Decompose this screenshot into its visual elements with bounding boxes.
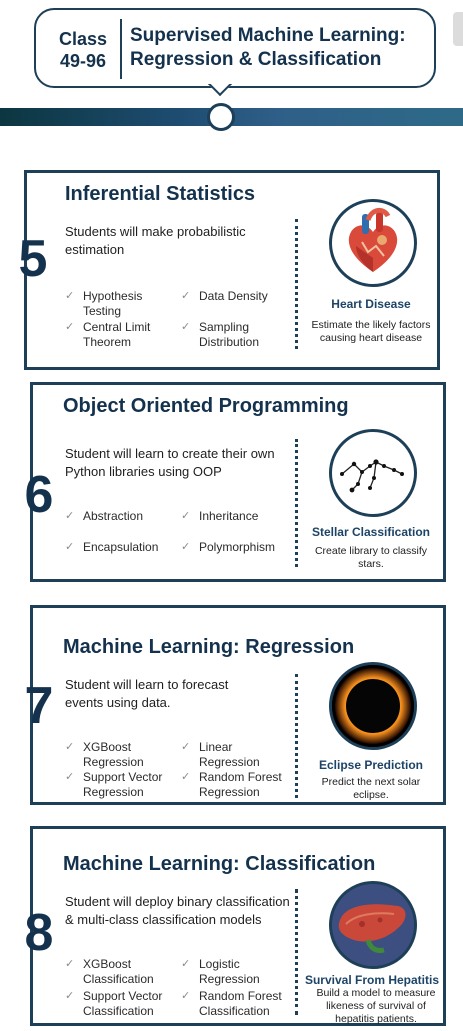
project-description: Build a model to measure likeness of sur… [316,987,436,1025]
topic-item: ✓ Central Limit Theorem [65,320,151,349]
project-name: Heart Disease [331,297,411,311]
module-title: Machine Learning: Regression [63,636,355,658]
check-icon: ✓ [65,990,75,1002]
class-label: Class 49-96 [58,29,108,71]
project-name: Eclipse Prediction [318,758,424,772]
module-card-6: 6 Object Oriented Programming Student wi… [25,382,446,582]
check-icon: ✓ [181,510,191,522]
check-icon: ✓ [181,958,191,970]
check-icon: ✓ [65,741,75,753]
check-icon: ✓ [65,510,75,522]
topic-item: ✓ Sampling Distribution [181,320,260,349]
project-image [329,662,417,750]
header-divider [120,19,122,79]
card-divider [295,439,298,567]
check-icon: ✓ [65,958,75,970]
module-title: Machine Learning: Classification [63,853,376,875]
module-card-8: 8 Machine Learning: Classification Stude… [25,826,446,1026]
topic-item: ✓ Inheritance [181,509,259,523]
check-icon: ✓ [181,990,191,1002]
topic-item: ✓ Logistic Regression [181,957,260,986]
module-number: 7 [24,677,54,735]
topic-item: ✓ Random Forest Classification [181,989,282,1018]
timeline-dot [207,103,235,131]
bubble-tail [208,84,232,98]
project-image [329,881,417,969]
topic-item: ✓ Polymorphism [181,540,276,554]
project-name: Stellar Classification [311,525,431,539]
topic-item: ✓ Support Vector Regression [65,770,163,799]
card-divider [295,219,298,349]
module-number: 6 [24,466,54,524]
module-card-7: 7 Machine Learning: Regression Student w… [25,605,446,805]
check-icon: ✓ [181,541,191,553]
topic-item: ✓ Data Density [181,289,268,303]
check-icon: ✓ [181,771,191,783]
header-title: Supervised Machine Learning: Regression … [130,25,406,70]
project-image [329,199,417,287]
topic-item: ✓ XGBoost Regression [65,740,144,769]
edge-tab [453,12,463,46]
project-description: Predict the next solar eclipse. [321,776,421,801]
topic-item: ✓ Hypothesis Testing [65,289,143,318]
topic-item: ✓ Abstraction [65,509,144,523]
project-description: Create library to classify stars. [314,545,428,570]
check-icon: ✓ [65,290,75,302]
project-name: Survival From Hepatitis [304,973,440,987]
check-icon: ✓ [65,771,75,783]
module-description: Students will make probabilistic estimat… [65,224,246,257]
topic-item: ✓ Support Vector Classification [65,989,163,1018]
topic-item: ✓ XGBoost Classification [65,957,154,986]
card-divider [295,674,298,798]
module-number: 5 [18,230,48,288]
eclipse-icon [332,665,414,747]
module-title: Inferential Statistics [65,183,256,205]
module-number: 8 [24,904,54,962]
topic-item: ✓ Encapsulation [65,540,159,554]
topic-item: ✓ Linear Regression [181,740,260,769]
project-description: Estimate the likely factors causing hear… [311,319,431,344]
module-description: Student will learn to forecast events us… [65,677,229,710]
check-icon: ✓ [181,741,191,753]
module-title: Object Oriented Programming [63,395,349,417]
check-icon: ✓ [65,321,75,333]
module-description: Student will deploy binary classificatio… [65,894,290,927]
constellation-icon [340,459,404,493]
project-image [329,429,417,517]
check-icon: ✓ [65,541,75,553]
module-description: Student will learn to create their own P… [65,446,275,479]
heart-icon [348,208,398,272]
header-bubble: Class 49-96 Supervised Machine Learning:… [34,8,436,88]
check-icon: ✓ [181,290,191,302]
liver-icon [332,884,414,966]
check-icon: ✓ [181,321,191,333]
topic-item: ✓ Random Forest Regression [181,770,282,799]
module-card-5: 5 Inferential Statistics Students will m… [19,170,440,370]
card-divider [295,889,298,1015]
